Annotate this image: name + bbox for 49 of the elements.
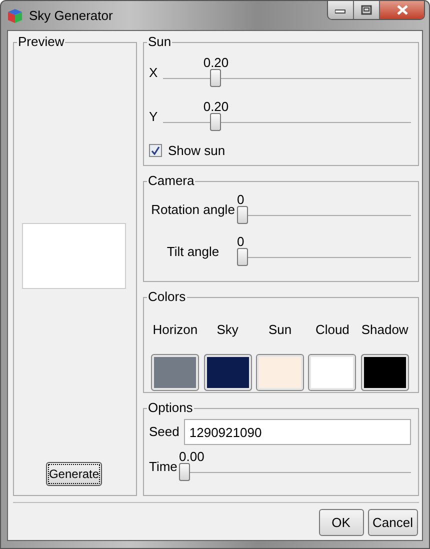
maximize-button[interactable] bbox=[354, 1, 380, 19]
slider-value: 0 bbox=[237, 191, 244, 209]
color-label: Horizon bbox=[152, 321, 198, 339]
slider-label: Tilt angle bbox=[166, 243, 220, 262]
color-label: Sun bbox=[268, 321, 292, 339]
slider-label: Time bbox=[149, 458, 178, 476]
dialog-button[interactable]: Cancel bbox=[368, 508, 418, 536]
checkbox[interactable] bbox=[149, 144, 162, 158]
slider-label: Rotation angle bbox=[150, 201, 236, 220]
dialog-button[interactable]: OK bbox=[318, 508, 364, 536]
window-title: Sky Generator bbox=[29, 6, 113, 25]
seed-field[interactable]: 1290921090 bbox=[184, 419, 411, 445]
slider-thumb[interactable] bbox=[179, 463, 190, 481]
slider-value: 0.20 bbox=[203, 54, 229, 72]
slider-value: 0.20 bbox=[203, 98, 229, 116]
slider-thumb[interactable] bbox=[210, 113, 221, 131]
slider-thumb[interactable] bbox=[237, 248, 248, 266]
app-icon bbox=[7, 8, 23, 24]
close-icon bbox=[396, 5, 408, 15]
maximize-icon bbox=[361, 5, 372, 15]
color-swatch[interactable] bbox=[256, 354, 304, 390]
slider-value: 0.00 bbox=[179, 448, 204, 466]
group-title: Colors bbox=[147, 290, 187, 304]
close-button[interactable] bbox=[380, 1, 424, 19]
field-label: Seed bbox=[149, 423, 180, 442]
group-title: Camera bbox=[147, 174, 196, 188]
color-swatch[interactable] bbox=[308, 354, 356, 390]
slider[interactable] bbox=[237, 248, 411, 266]
color-label: Shadow bbox=[361, 321, 408, 339]
group-title: Options bbox=[147, 401, 194, 415]
generate-button[interactable]: Generate bbox=[46, 462, 102, 486]
slider[interactable] bbox=[163, 69, 411, 87]
slider[interactable] bbox=[179, 463, 411, 481]
slider-thumb[interactable] bbox=[237, 206, 248, 224]
group-title: Sun bbox=[147, 35, 172, 49]
slider-label: X bbox=[149, 64, 159, 82]
color-swatch[interactable] bbox=[360, 354, 409, 390]
slider[interactable] bbox=[237, 206, 411, 224]
checkbox-label: Show sun bbox=[168, 142, 226, 160]
slider-value: 0 bbox=[237, 233, 244, 251]
slider-label: Y bbox=[149, 108, 159, 126]
color-label: Sky bbox=[216, 321, 238, 339]
color-label: Cloud bbox=[315, 321, 350, 339]
group-title: Preview bbox=[17, 35, 66, 49]
color-swatch[interactable] bbox=[204, 354, 252, 390]
color-swatch[interactable] bbox=[151, 354, 200, 390]
slider[interactable] bbox=[163, 113, 411, 131]
minimize-button[interactable] bbox=[328, 1, 354, 19]
slider-thumb[interactable] bbox=[210, 69, 221, 87]
